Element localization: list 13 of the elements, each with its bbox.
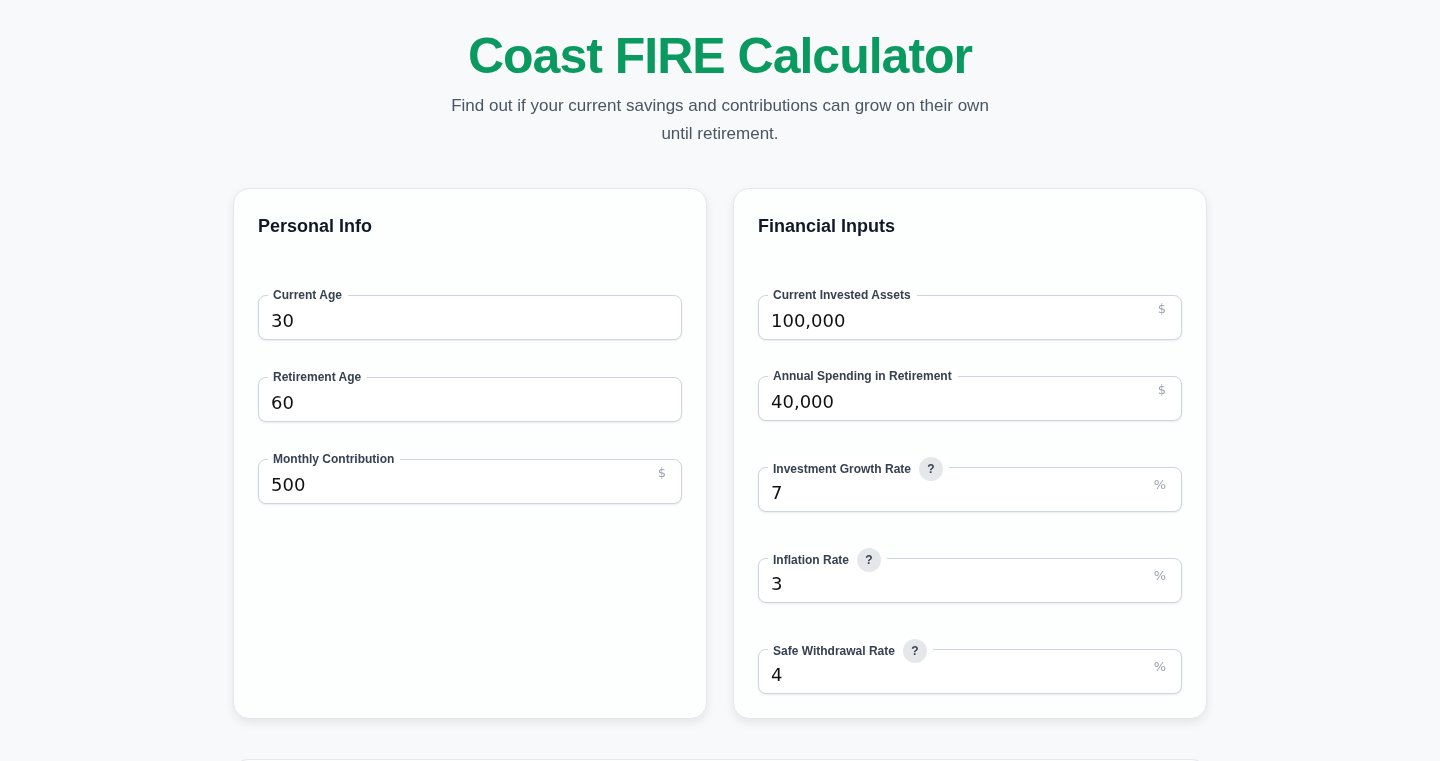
unit-label: % — [1153, 659, 1166, 674]
unit-label: % — [1153, 568, 1166, 583]
unit-label: $ — [1157, 382, 1166, 397]
page-subtitle: Find out if your current savings and contributions can grow on their own until retirement. — [450, 95, 990, 145]
unit-label: $ — [657, 465, 666, 480]
help-button[interactable]: ? — [919, 457, 944, 481]
unit-label: % — [1153, 477, 1166, 492]
unit-label: $ — [1157, 301, 1166, 316]
card-heading: Personal Info — [258, 215, 374, 238]
page-title: Coast FIRE Calculator — [467, 27, 973, 86]
help-button[interactable]: ? — [902, 639, 927, 663]
card-heading: Financial Inputs — [758, 215, 896, 238]
help-button[interactable]: ? — [857, 548, 881, 572]
